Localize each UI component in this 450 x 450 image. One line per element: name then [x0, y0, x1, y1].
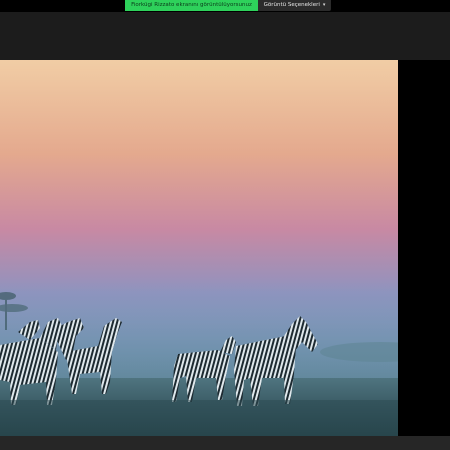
meeting-header-bar: [0, 12, 450, 60]
shared-screen-video: [0, 60, 398, 436]
chevron-down-icon: ▾: [322, 2, 326, 8]
view-options-label: Görüntü Seçenekleri: [263, 2, 320, 8]
screen-share-banner-text: Fiorkügi Rizzato ekranını görüntülüyorsu…: [131, 2, 252, 8]
screen-share-banner: Fiorkügi Rizzato ekranını görüntülüyorsu…: [125, 0, 258, 11]
shared-photo: [0, 60, 398, 436]
right-black-strip: [398, 60, 450, 436]
foreground-grass: [0, 400, 398, 436]
meeting-bottom-bar: [0, 436, 450, 450]
view-options-button[interactable]: Görüntü Seçenekleri ▾: [258, 0, 331, 11]
